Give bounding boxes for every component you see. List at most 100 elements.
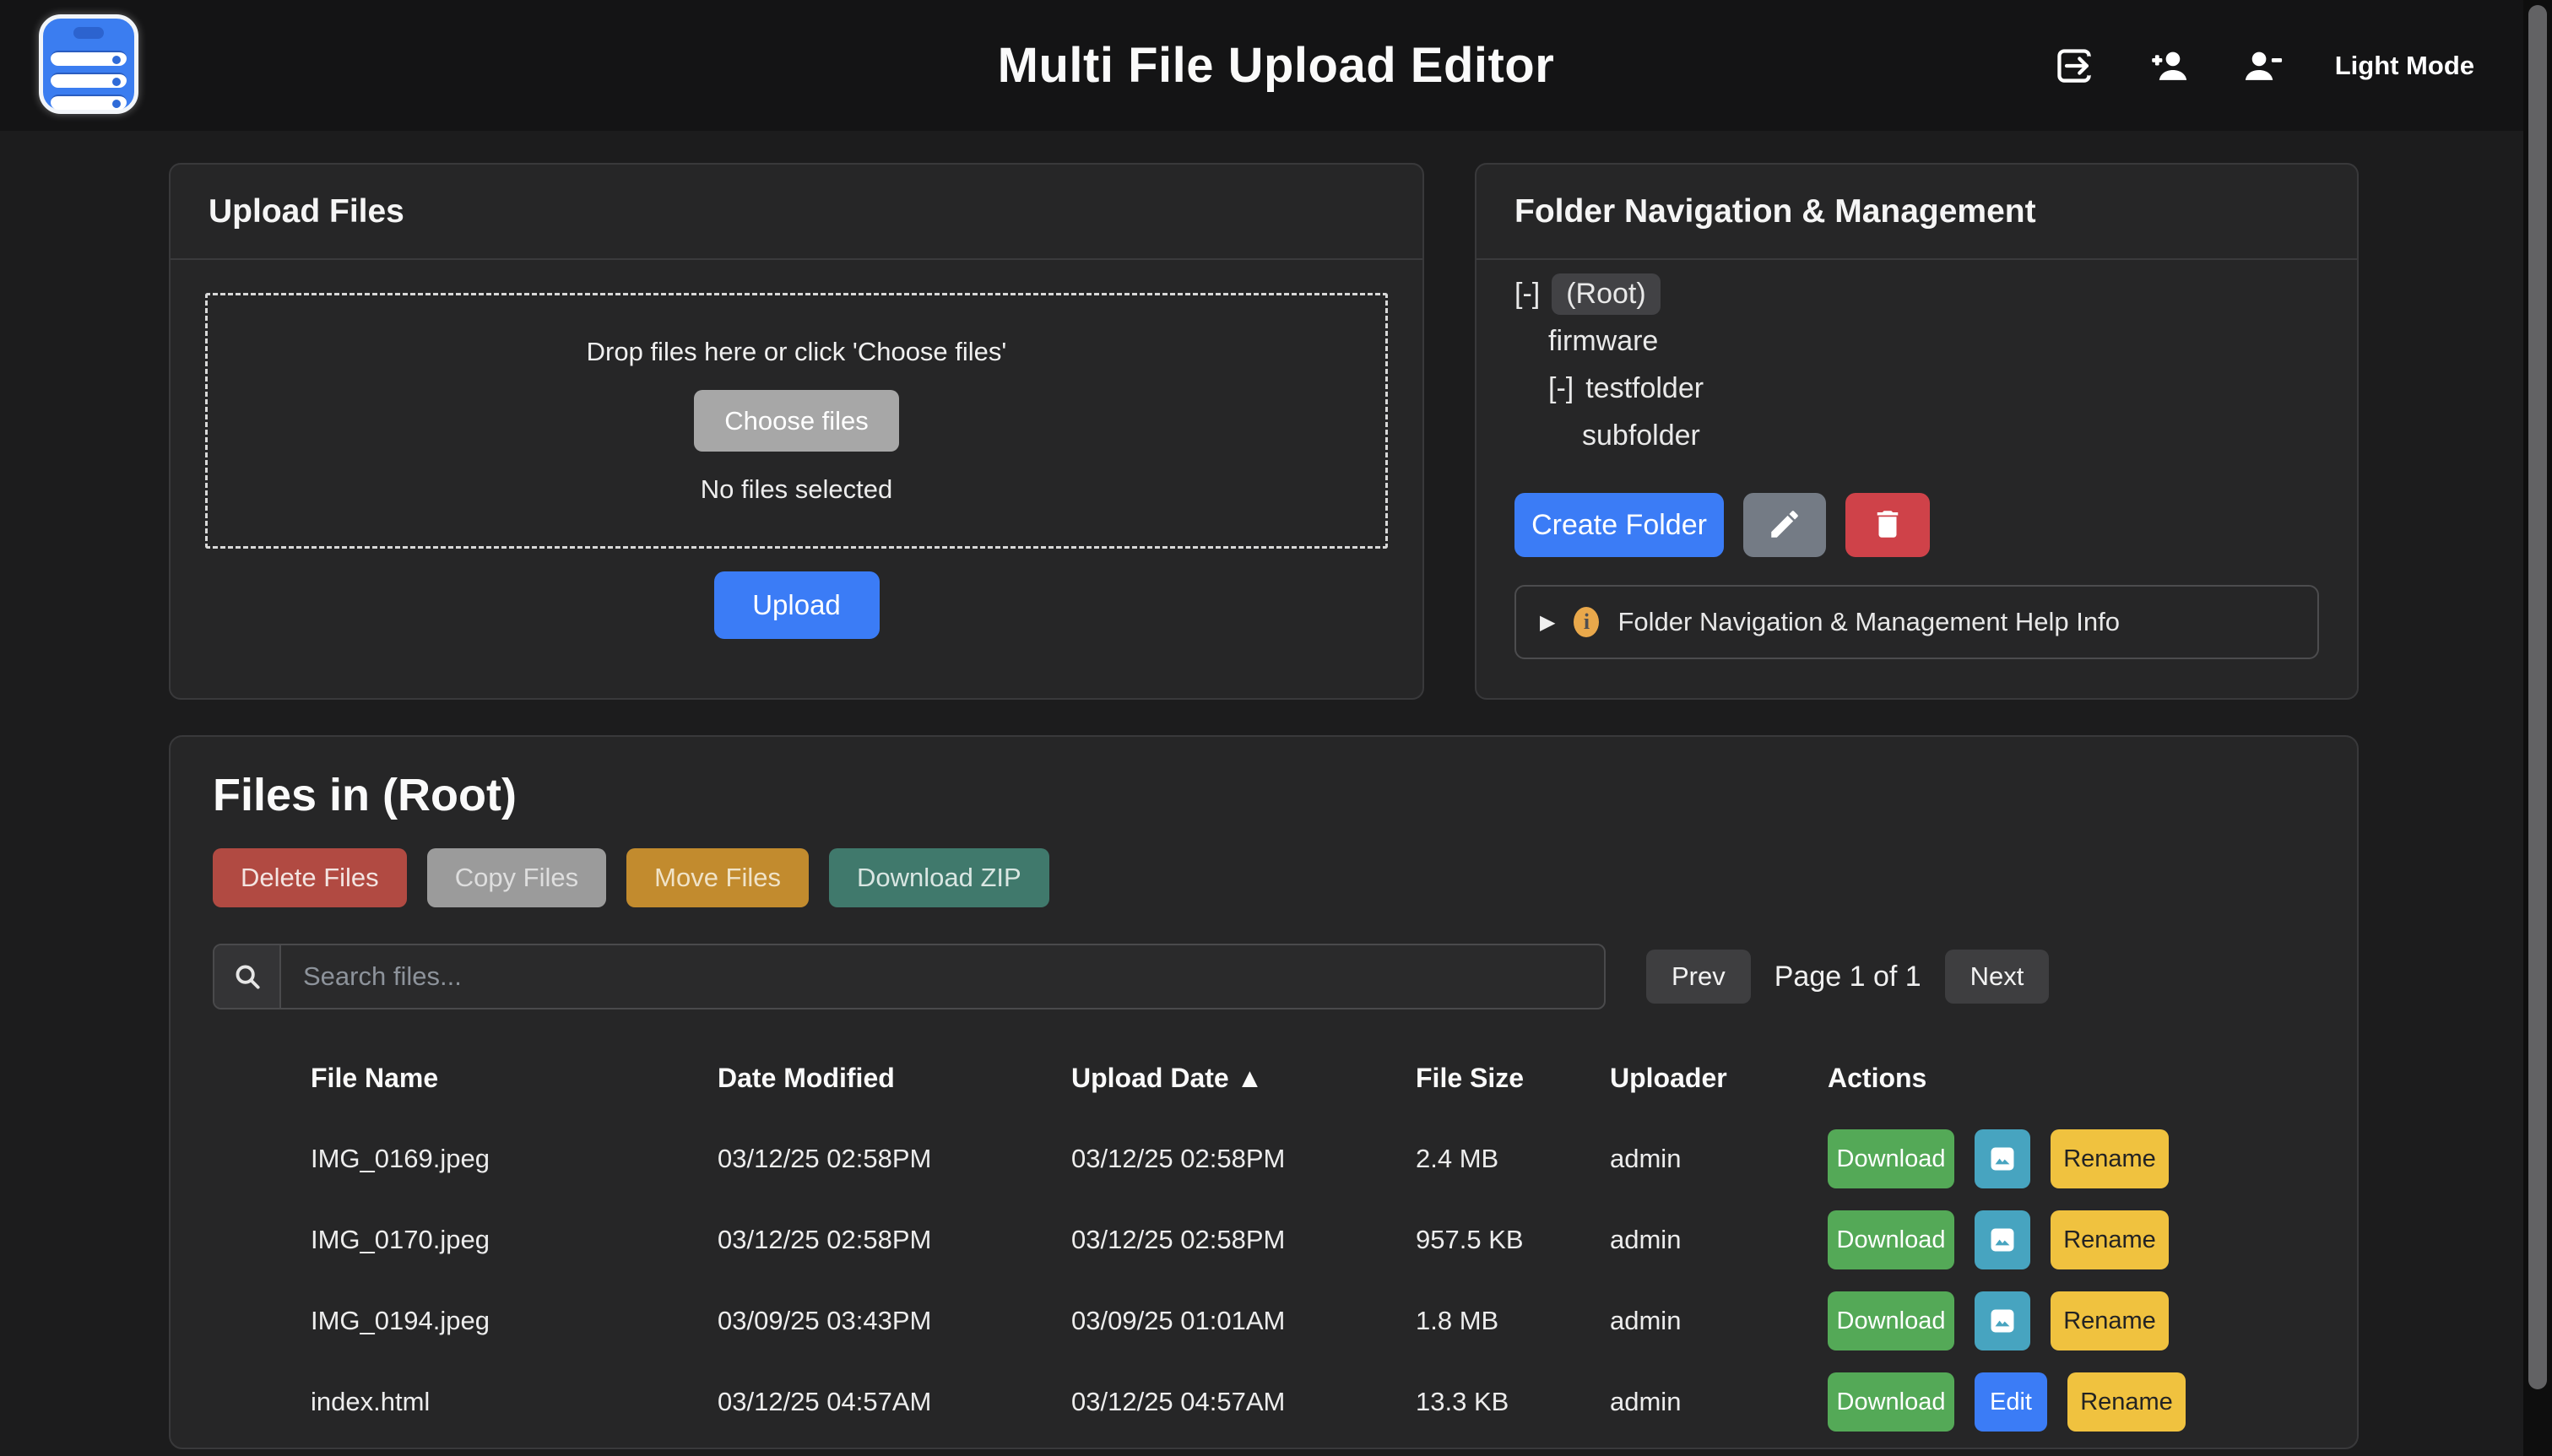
preview-image-button image-icon[interactable] <box>1975 1210 2030 1269</box>
page-indicator: Page 1 of 1 <box>1774 961 1921 993</box>
row-actions: Download Edit Rename <box>1828 1372 2357 1432</box>
app-window: Multi File Upload Editor <box>0 0 2552 1456</box>
file-row: IMG_0169.jpeg03/12/25 02:58PM03/12/25 02… <box>171 1118 2357 1199</box>
column-header-file-size[interactable]: File Size <box>1416 1063 1610 1094</box>
row-actions: Download Rename <box>1828 1291 2357 1350</box>
top-bar-actions: Light Mode <box>2051 0 2474 131</box>
column-header-file-name[interactable]: File Name <box>311 1063 718 1094</box>
tree-collapse-toggle[interactable]: [-] <box>1514 278 1540 311</box>
uploader: admin <box>1610 1306 1828 1336</box>
folder-tree-item-testfolder: [-] testfolder <box>1514 365 2319 412</box>
upload-date: 03/12/25 02:58PM <box>1071 1225 1416 1255</box>
search-bar <box>213 944 1606 1009</box>
download-button[interactable]: Download <box>1828 1291 1954 1350</box>
rename-button[interactable]: Rename <box>2051 1129 2169 1188</box>
remove-user-icon[interactable] <box>2240 43 2286 89</box>
uploader: admin <box>1610 1144 1828 1174</box>
date-modified: 03/12/25 02:58PM <box>718 1144 1071 1174</box>
files-panel-title: Files in (Root) <box>171 737 2357 821</box>
scrollbar-track[interactable] <box>2523 0 2552 1456</box>
scrollbar-thumb[interactable] <box>2528 5 2547 1389</box>
files-table: File Name Date Modified Upload Date ▲ Fi… <box>171 1037 2357 1442</box>
folder-label[interactable]: testfolder <box>1585 372 1704 405</box>
upload-date: 03/09/25 01:01AM <box>1071 1306 1416 1336</box>
upload-date: 03/12/25 02:58PM <box>1071 1144 1416 1174</box>
file-name: IMG_0169.jpeg <box>311 1144 718 1174</box>
column-header-actions: Actions <box>1828 1063 2357 1094</box>
choose-files-button[interactable]: Choose files <box>694 390 899 452</box>
folder-label[interactable]: firmware <box>1548 325 1658 358</box>
file-size: 13.3 KB <box>1416 1387 1610 1417</box>
copy-files-button[interactable]: Copy Files <box>427 848 606 907</box>
file-size: 1.8 MB <box>1416 1306 1610 1336</box>
delete-files-button[interactable]: Delete Files <box>213 848 407 907</box>
file-dropzone[interactable]: Drop files here or click 'Choose files' … <box>205 293 1388 549</box>
files-table-body: IMG_0169.jpeg03/12/25 02:58PM03/12/25 02… <box>171 1118 2357 1442</box>
rename-folder-button[interactable] <box>1743 493 1826 557</box>
file-name: IMG_0170.jpeg <box>311 1225 718 1255</box>
tree-collapse-toggle[interactable]: [-] <box>1548 372 1574 405</box>
preview-image-button image-icon[interactable] <box>1975 1129 2030 1188</box>
pagination: Prev Page 1 of 1 Next <box>1646 950 2049 1004</box>
upload-panel-title: Upload Files <box>171 165 1422 260</box>
folder-label[interactable]: subfolder <box>1582 419 1700 452</box>
file-name: IMG_0194.jpeg <box>311 1306 718 1336</box>
column-header-uploader[interactable]: Uploader <box>1610 1063 1828 1094</box>
column-header-upload-date[interactable]: Upload Date ▲ <box>1071 1063 1416 1094</box>
download-button[interactable]: Download <box>1828 1372 1954 1432</box>
rename-button[interactable]: Rename <box>2067 1372 2186 1432</box>
no-files-status: No files selected <box>701 474 892 505</box>
theme-toggle-button[interactable]: Light Mode <box>2335 51 2474 81</box>
folder-tree-item-firmware: firmware <box>1514 317 2319 365</box>
file-size: 957.5 KB <box>1416 1225 1610 1255</box>
top-bar: Multi File Upload Editor <box>0 0 2552 131</box>
row-actions: Download Rename <box>1828 1210 2357 1269</box>
rename-button[interactable]: Rename <box>2051 1291 2169 1350</box>
folder-tree: [-] (Root) firmware [-] testfolder subfolder <box>1514 270 2319 459</box>
file-row: IMG_0170.jpeg03/12/25 02:58PM03/12/25 02… <box>171 1199 2357 1280</box>
folder-tree-item-root: [-] (Root) <box>1514 270 2319 317</box>
prev-page-button[interactable]: Prev <box>1646 950 1751 1004</box>
move-files-button[interactable]: Move Files <box>626 848 809 907</box>
delete-folder-button[interactable] <box>1845 493 1930 557</box>
file-name: index.html <box>311 1387 718 1417</box>
upload-files-panel: Upload Files Drop files here or click 'C… <box>169 163 1424 700</box>
search-icon <box>214 945 281 1008</box>
date-modified: 03/12/25 02:58PM <box>718 1225 1071 1255</box>
info-icon: i <box>1574 607 1599 637</box>
download-button[interactable]: Download <box>1828 1129 1954 1188</box>
trash-icon <box>1870 506 1905 544</box>
date-modified: 03/12/25 04:57AM <box>718 1387 1071 1417</box>
file-size: 2.4 MB <box>1416 1144 1610 1174</box>
bulk-action-buttons: Delete Files Copy Files Move Files Downl… <box>213 848 2357 907</box>
caret-right-icon[interactable]: ▶ <box>1540 610 1555 635</box>
upload-date: 03/12/25 04:57AM <box>1071 1387 1416 1417</box>
file-row: index.html03/12/25 04:57AM03/12/25 04:57… <box>171 1361 2357 1442</box>
files-toolbar: Prev Page 1 of 1 Next <box>213 944 2357 1009</box>
folder-navigation-panel: Folder Navigation & Management [-] (Root)… <box>1475 163 2359 700</box>
folder-tree-item-subfolder: subfolder <box>1514 412 2319 459</box>
pencil-icon <box>1767 506 1802 544</box>
download-zip-button[interactable]: Download ZIP <box>829 848 1049 907</box>
files-table-header: File Name Date Modified Upload Date ▲ Fi… <box>171 1037 2357 1118</box>
search-input[interactable] <box>281 945 1604 1008</box>
create-folder-button[interactable]: Create Folder <box>1514 493 1724 557</box>
column-header-date-modified[interactable]: Date Modified <box>718 1063 1071 1094</box>
logout-icon[interactable] <box>2051 43 2097 89</box>
date-modified: 03/09/25 03:43PM <box>718 1306 1071 1336</box>
folder-help-accordion[interactable]: ▶ i Folder Navigation & Management Help … <box>1514 585 2319 659</box>
folder-action-buttons: Create Folder <box>1514 493 2319 557</box>
upload-button[interactable]: Upload <box>714 571 880 639</box>
rename-button[interactable]: Rename <box>2051 1210 2169 1269</box>
file-row: IMG_0194.jpeg03/09/25 03:43PM03/09/25 01… <box>171 1280 2357 1361</box>
add-user-icon[interactable] <box>2146 43 2192 89</box>
edit-button[interactable]: Edit <box>1975 1372 2047 1432</box>
preview-image-button image-icon[interactable] <box>1975 1291 2030 1350</box>
download-button[interactable]: Download <box>1828 1210 1954 1269</box>
folder-label[interactable]: (Root) <box>1552 273 1660 315</box>
row-actions: Download Rename <box>1828 1129 2357 1188</box>
files-list-panel: Files in (Root) Delete Files Copy Files … <box>169 735 2359 1449</box>
next-page-button[interactable]: Next <box>1945 950 2050 1004</box>
uploader: admin <box>1610 1225 1828 1255</box>
folder-panel-title: Folder Navigation & Management <box>1476 165 2357 260</box>
